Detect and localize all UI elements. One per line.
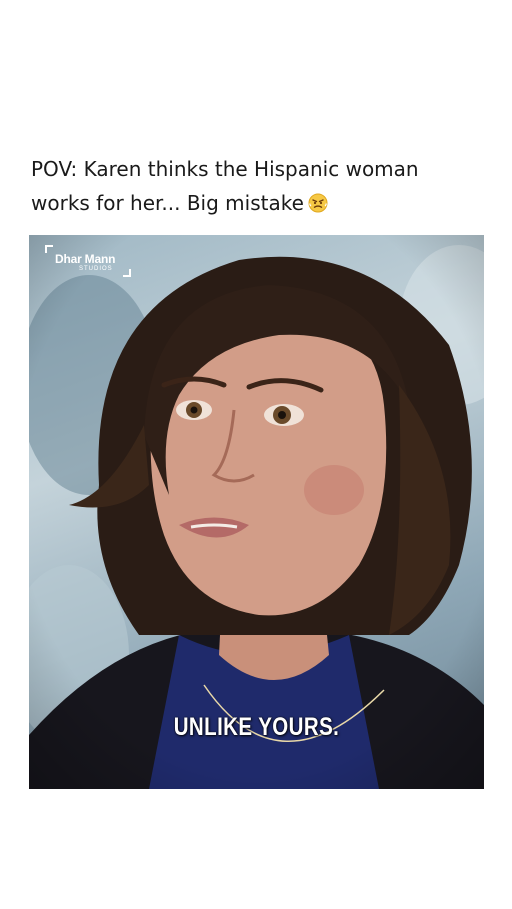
logo-corner-bottom-right <box>123 269 131 277</box>
post-caption: POV: Karen thinks the Hispanic woman wor… <box>31 152 471 223</box>
caption-line-1: POV: Karen thinks the Hispanic woman <box>31 157 419 181</box>
caption-line-2-text: works for her... Big mistake <box>31 191 304 215</box>
angry-face-emoji-icon <box>308 189 328 223</box>
logo-sub-text: STUDIOS <box>79 266 113 272</box>
logo-corner-top-left <box>45 245 53 253</box>
video-player[interactable]: Dhar Mann STUDIOS UNLIKE YOURS. <box>29 235 484 789</box>
dhar-mann-studios-logo: Dhar Mann STUDIOS <box>45 245 131 277</box>
video-subtitle: UNLIKE YOURS. <box>173 713 340 741</box>
caption-line-2: works for her... Big mistake <box>31 186 471 223</box>
logo-brand-text: Dhar Mann <box>55 252 116 266</box>
video-frame-image <box>29 235 484 789</box>
